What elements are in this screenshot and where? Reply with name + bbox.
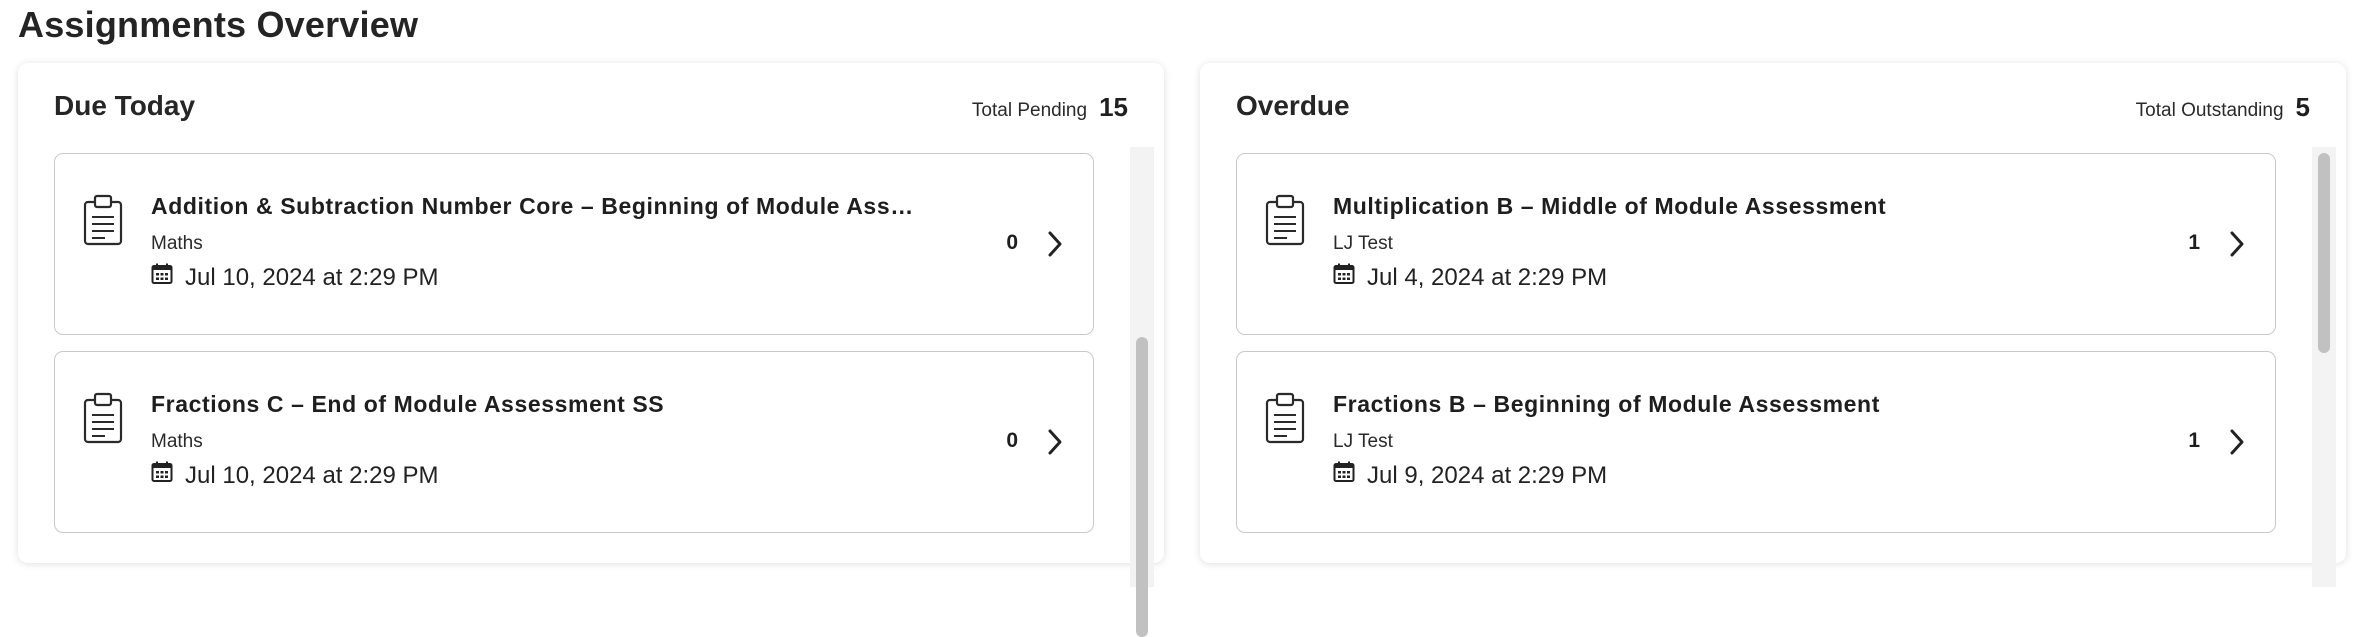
assignment-subject: Maths (151, 431, 203, 452)
assignment-date-text: Jul 10, 2024 at 2:29 PM (185, 462, 439, 489)
assignment-count: 0 (1006, 429, 1018, 452)
overdue-title: Overdue (1236, 90, 1350, 121)
clipboard-icon (83, 194, 123, 246)
assignment-card[interactable]: Multiplication B – Middle of Module Asse… (1236, 153, 2276, 335)
total-outstanding-count: 5 (2295, 92, 2310, 122)
assignment-count: 0 (1006, 231, 1018, 254)
total-pending-label: Total Pending (971, 100, 1088, 121)
chevron-right-icon[interactable] (1045, 229, 1065, 259)
due-today-total: Total Pending 15 (972, 92, 1128, 123)
chevron-right-icon[interactable] (2227, 229, 2247, 259)
chevron-right-icon[interactable] (2227, 427, 2247, 457)
scrollbar-thumb[interactable] (1136, 337, 1148, 637)
assignment-date-text: Jul 9, 2024 at 2:29 PM (1367, 462, 1608, 489)
calendar-icon (151, 263, 173, 284)
total-outstanding-label: Total Outstanding (2135, 100, 2284, 121)
assignment-title: Multiplication B – Middle of Module Asse… (1333, 193, 1887, 219)
scrollbar[interactable] (1130, 147, 1154, 637)
clipboard-icon (1265, 194, 1305, 246)
overdue-panel: Overdue Total Outstanding 5 Multiplicati… (1200, 63, 2346, 587)
assignment-card[interactable]: Fractions C – End of Module Assessment S… (54, 351, 1094, 533)
assignment-count: 1 (2188, 231, 2200, 254)
assignment-date: Jul 4, 2024 at 2:29 PM (1333, 263, 1608, 292)
assignment-card[interactable]: Addition & Subtraction Number Core – Beg… (54, 153, 1094, 335)
assignment-date: Jul 10, 2024 at 2:29 PM (151, 461, 439, 490)
page-title: Assignments Overview (18, 4, 419, 45)
due-today-panel: Due Today Total Pending 15 Addition & Su… (18, 63, 1164, 637)
total-pending-count: 15 (1099, 92, 1128, 122)
chevron-right-icon[interactable] (1045, 427, 1065, 457)
overdue-total: Total Outstanding 5 (2136, 92, 2310, 123)
scrollbar[interactable] (2312, 147, 2336, 587)
assignment-date-text: Jul 10, 2024 at 2:29 PM (185, 264, 439, 291)
assignment-title: Fractions B – Beginning of Module Assess… (1333, 391, 1880, 417)
assignment-date: Jul 10, 2024 at 2:29 PM (151, 263, 439, 292)
assignment-date-text: Jul 4, 2024 at 2:29 PM (1367, 264, 1608, 291)
assignment-title: Addition & Subtraction Number Core – Beg… (151, 193, 914, 219)
assignment-title: Fractions C – End of Module Assessment S… (151, 391, 665, 417)
calendar-icon (1333, 461, 1355, 482)
calendar-icon (151, 461, 173, 482)
assignment-subject: LJ Test (1333, 233, 1393, 254)
calendar-icon (1333, 263, 1355, 284)
assignment-count: 1 (2188, 429, 2200, 452)
assignment-subject: Maths (151, 233, 203, 254)
assignment-date: Jul 9, 2024 at 2:29 PM (1333, 461, 1608, 490)
scrollbar-thumb[interactable] (2318, 153, 2330, 353)
assignment-card[interactable]: Fractions B – Beginning of Module Assess… (1236, 351, 2276, 533)
clipboard-icon (1265, 392, 1305, 444)
due-today-title: Due Today (54, 90, 196, 121)
clipboard-icon (83, 392, 123, 444)
assignment-subject: LJ Test (1333, 431, 1393, 452)
